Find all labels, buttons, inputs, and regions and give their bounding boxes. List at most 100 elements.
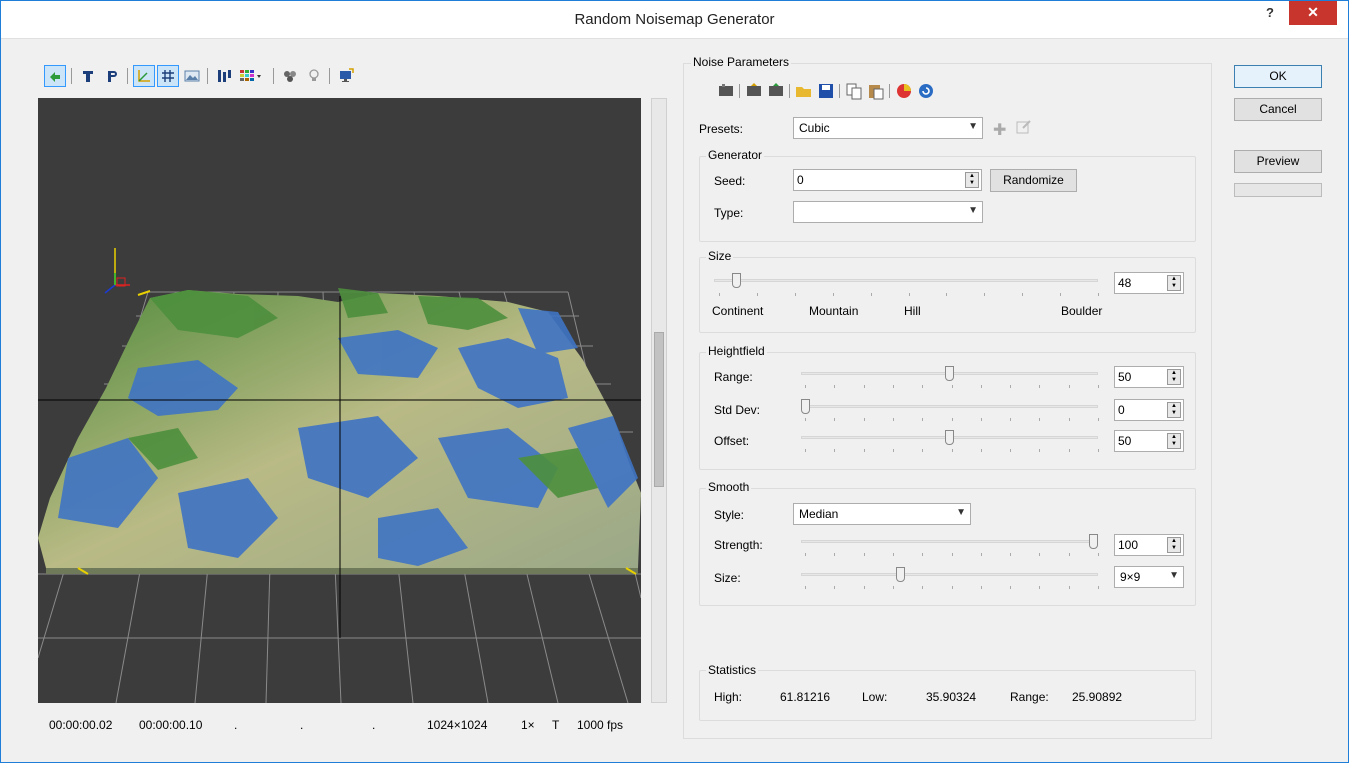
offset-slider-thumb[interactable] xyxy=(945,430,954,445)
range-input[interactable]: 50 ▲ ▼ xyxy=(1114,366,1184,388)
offset-input[interactable]: 50 ▲ ▼ xyxy=(1114,430,1184,452)
slider-tick xyxy=(834,449,836,452)
slider-tick xyxy=(922,449,924,452)
status-bar: 00:00:00.02 00:00:00.10 . . . 1024×1024 … xyxy=(49,718,649,734)
copy-icon[interactable] xyxy=(845,82,863,103)
slider-tick xyxy=(805,553,806,556)
style-dropdown[interactable]: Median ▼ xyxy=(793,503,971,525)
render-icon[interactable] xyxy=(279,65,301,87)
cancel-button[interactable]: Cancel xyxy=(1234,98,1322,121)
preview-button[interactable]: Preview xyxy=(1234,150,1322,173)
std-dev-slider-track[interactable] xyxy=(801,405,1098,408)
slider-tick xyxy=(1098,418,1099,421)
paste-icon[interactable] xyxy=(867,82,885,103)
slider-tick xyxy=(980,418,982,421)
size-label-boulder: Boulder xyxy=(1061,304,1103,318)
save-icon[interactable] xyxy=(817,82,835,103)
size-slider-thumb[interactable] xyxy=(732,273,742,288)
strength-slider-track[interactable] xyxy=(801,540,1098,543)
size-value: 48 xyxy=(1118,276,1132,290)
generate-icon[interactable] xyxy=(717,82,735,103)
std-dev-slider-ticks xyxy=(805,418,1099,422)
slider-tick xyxy=(863,385,865,388)
range-slider-thumb[interactable] xyxy=(945,366,954,381)
strength-spinner[interactable]: ▲ ▼ xyxy=(1167,537,1181,553)
slider-tick xyxy=(805,385,806,388)
presets-value: Cubic xyxy=(799,121,830,135)
slider-tick xyxy=(1039,385,1041,388)
slider-tick xyxy=(1068,553,1070,556)
smooth-size-dropdown[interactable]: 9×9 ▼ xyxy=(1114,566,1184,588)
size-input[interactable]: 48 ▲ ▼ xyxy=(1114,272,1184,294)
slider-tick xyxy=(1010,553,1012,556)
std-dev-value: 0 xyxy=(1118,403,1125,417)
strength-slider-ticks xyxy=(805,553,1099,557)
open-folder-icon[interactable] xyxy=(795,82,813,103)
title-bar: Random Noisemap Generator ? ✕ xyxy=(1,1,1348,39)
smooth-size-slider-track[interactable] xyxy=(801,573,1098,576)
size-slider-track[interactable] xyxy=(714,279,1098,282)
split-icon[interactable] xyxy=(213,65,235,87)
seed-spinner[interactable]: ▲ ▼ xyxy=(965,172,979,188)
edit-preset-icon[interactable] xyxy=(1015,118,1033,139)
light-icon[interactable] xyxy=(303,65,325,87)
style-value: Median xyxy=(799,507,839,521)
std-dev-slider-thumb[interactable] xyxy=(801,399,810,414)
color-icon[interactable] xyxy=(895,82,913,103)
slider-tick xyxy=(863,553,865,556)
randomize-button[interactable]: Randomize xyxy=(990,169,1077,192)
type-dropdown[interactable]: ▼ xyxy=(793,201,983,223)
std-dev-spinner[interactable]: ▲ ▼ xyxy=(1167,402,1181,418)
range-value: 50 xyxy=(1118,370,1132,384)
slider-tick xyxy=(805,586,806,589)
import-icon[interactable] xyxy=(745,82,763,103)
status-fps: 1000 fps xyxy=(577,718,624,732)
text-t-icon[interactable] xyxy=(77,65,99,87)
reset-view-icon[interactable] xyxy=(44,65,66,87)
size-slider-ticks xyxy=(719,293,1099,297)
ok-button[interactable]: OK xyxy=(1234,65,1322,88)
offset-slider-ticks xyxy=(805,449,1099,453)
presets-dropdown[interactable]: Cubic ▼ xyxy=(793,117,983,139)
high-value: 61.81216 xyxy=(780,690,831,704)
grid-icon[interactable] xyxy=(157,65,179,87)
slider-tick xyxy=(1068,418,1070,421)
axes-icon[interactable] xyxy=(133,65,155,87)
slider-tick xyxy=(1039,449,1041,452)
chevron-down-icon: ▼ xyxy=(968,205,978,216)
slider-tick xyxy=(834,385,836,388)
slider-tick xyxy=(951,553,953,556)
range-spinner[interactable]: ▲ ▼ xyxy=(1167,369,1181,385)
slider-tick xyxy=(892,553,894,556)
close-button[interactable]: ✕ xyxy=(1289,1,1337,25)
params-toolbar xyxy=(717,82,987,102)
heightfield-title: Heightfield xyxy=(706,344,767,358)
terrain-viewport[interactable] xyxy=(38,98,641,703)
help-button[interactable]: ? xyxy=(1255,1,1285,25)
text-p-icon[interactable] xyxy=(101,65,123,87)
terrain-icon[interactable] xyxy=(181,65,203,87)
strength-input[interactable]: 100 ▲ ▼ xyxy=(1114,534,1184,556)
viewport-scrollbar[interactable] xyxy=(651,98,667,703)
export-heightmap-icon[interactable] xyxy=(767,82,785,103)
slider-tick xyxy=(1039,553,1041,556)
size-label-mountain: Mountain xyxy=(809,304,859,318)
offset-spinner[interactable]: ▲ ▼ xyxy=(1167,433,1181,449)
palette-icon[interactable] xyxy=(237,65,267,87)
size-spinner[interactable]: ▲ ▼ xyxy=(1167,275,1181,291)
scrollbar-thumb[interactable] xyxy=(654,332,664,487)
status-resolution: 1024×1024 xyxy=(427,718,488,732)
chevron-down-icon: ▼ xyxy=(956,507,966,518)
strength-slider-thumb[interactable] xyxy=(1089,534,1098,549)
seed-input[interactable]: 0 ▲ ▼ xyxy=(793,169,982,191)
slider-tick xyxy=(863,586,865,589)
strength-value: 100 xyxy=(1118,538,1139,552)
smooth-size-slider-thumb[interactable] xyxy=(896,567,906,582)
noise-parameters-title: Noise Parameters xyxy=(691,55,792,69)
std-dev-input[interactable]: 0 ▲ ▼ xyxy=(1114,399,1184,421)
chevron-down-icon: ▼ xyxy=(1169,570,1179,581)
slider-tick xyxy=(951,586,953,589)
add-preset-icon[interactable]: ✚ xyxy=(993,120,1006,140)
reset-icon[interactable] xyxy=(917,82,935,103)
export-icon[interactable] xyxy=(335,65,357,87)
